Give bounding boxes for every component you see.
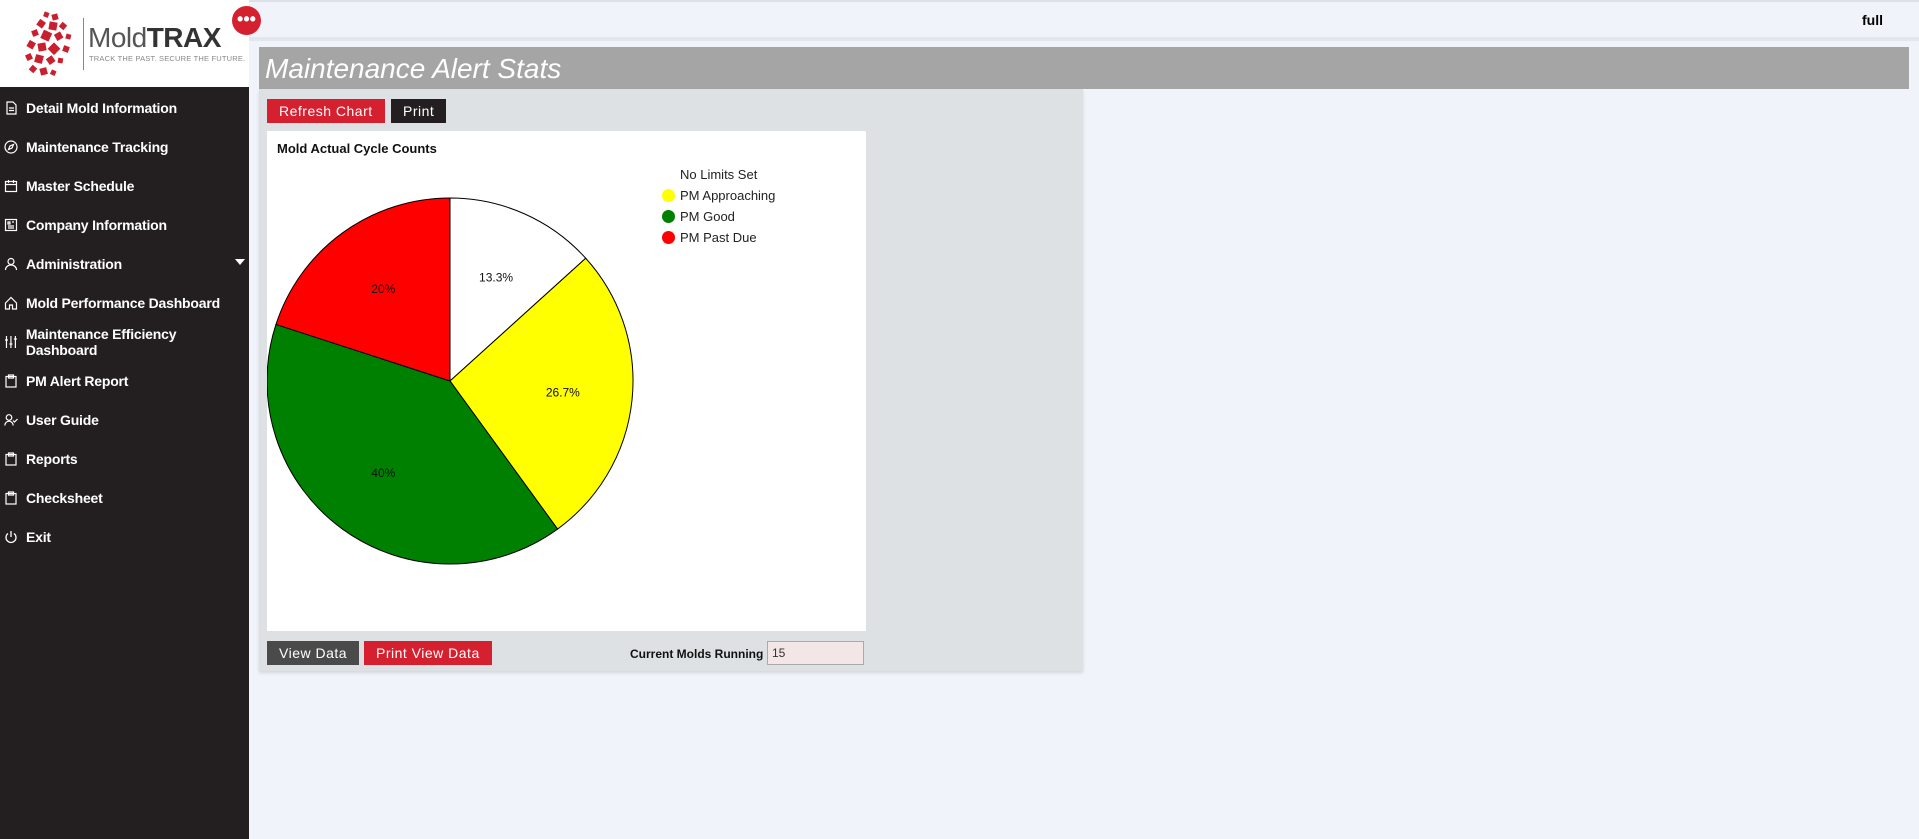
- user-check-icon: [4, 413, 18, 426]
- legend-item-pm-approaching[interactable]: PM Approaching: [662, 185, 775, 206]
- logo-divider: [83, 18, 84, 70]
- chart-legend: No Limits Set PM Approaching PM Good PM Pas…: [662, 164, 775, 248]
- user-icon: [4, 257, 18, 270]
- sidebar-item-checksheet[interactable]: Checksheet: [0, 478, 249, 517]
- sidebar-item-label: Company Information: [26, 216, 167, 233]
- logo-mark-icon: [25, 11, 72, 76]
- legend-swatch: [662, 231, 675, 244]
- sidebar-item-label: Mold Performance Dashboard: [26, 294, 220, 311]
- more-options-button[interactable]: •••: [232, 6, 261, 35]
- top-border: [0, 0, 1919, 2]
- legend-swatch: [662, 189, 675, 202]
- sidebar-item-label: Master Schedule: [26, 177, 135, 194]
- pie-chart: 13.3% 26.7% 40% 20%: [267, 197, 634, 565]
- legend-label: PM Past Due: [680, 230, 757, 245]
- view-data-button[interactable]: View Data: [267, 641, 360, 665]
- sidebar-item-exit[interactable]: Exit: [0, 517, 249, 556]
- legend-label: PM Good: [680, 209, 735, 224]
- sidebar-item-administration[interactable]: Administration: [0, 244, 249, 283]
- sidebar-item-maintenance-efficiency-dashboard[interactable]: Maintenance Efficiency Dashboard: [0, 322, 249, 361]
- sidebar-nav: Detail Mold Information Maintenance Trac…: [0, 88, 249, 556]
- home-icon: [4, 296, 18, 310]
- title-bar: Maintenance Alert Stats: [259, 47, 1909, 89]
- sidebar: MoldTRAX TRACK THE PAST. SECURE THE FUTU…: [0, 0, 249, 839]
- sidebar-item-pm-alert-report[interactable]: PM Alert Report: [0, 361, 249, 400]
- sidebar-item-mold-performance-dashboard[interactable]: Mold Performance Dashboard: [0, 283, 249, 322]
- refresh-chart-button[interactable]: Refresh Chart: [267, 99, 385, 123]
- pie-label-pm-approaching: 26.7%: [546, 386, 580, 400]
- calendar-icon: [4, 179, 18, 192]
- clipboard-icon: [5, 451, 17, 466]
- chart-card: Mold Actual Cycle Counts 13.3% 26.7% 40% 20…: [267, 131, 866, 631]
- sidebar-item-label: Checksheet: [26, 489, 103, 506]
- sidebar-item-label: User Guide: [26, 411, 99, 428]
- sidebar-item-label: Maintenance Efficiency Dashboard: [25, 325, 177, 358]
- sliders-icon: [4, 335, 17, 348]
- legend-label: No Limits Set: [680, 167, 758, 182]
- sidebar-item-master-schedule[interactable]: Master Schedule: [0, 166, 249, 205]
- compass-icon: [4, 139, 18, 154]
- sidebar-item-label: Administration: [26, 255, 122, 272]
- building-icon: [4, 218, 18, 231]
- pie-label-pm-past-due: 20%: [371, 282, 395, 296]
- header-band: [249, 37, 1919, 41]
- sidebar-item-label: PM Alert Report: [26, 372, 129, 389]
- document-icon: [6, 100, 17, 115]
- print-button[interactable]: Print: [391, 99, 447, 123]
- sidebar-item-reports[interactable]: Reports: [0, 439, 249, 478]
- sidebar-item-label: Maintenance Tracking: [26, 138, 169, 155]
- molds-running-label: Current Molds Running: [630, 647, 764, 661]
- legend-swatch: [662, 210, 675, 223]
- ellipsis-icon: •••: [237, 9, 256, 29]
- sidebar-item-maintenance-tracking[interactable]: Maintenance Tracking: [0, 127, 249, 166]
- sidebar-item-label: Detail Mold Information: [26, 99, 177, 116]
- legend-item-pm-past-due[interactable]: PM Past Due: [662, 227, 775, 248]
- sidebar-item-label: Reports: [26, 450, 78, 467]
- legend-item-no-limits-set[interactable]: No Limits Set: [662, 164, 775, 185]
- chevron-down-icon[interactable]: [235, 259, 245, 265]
- pie-label-pm-good: 40%: [371, 466, 395, 480]
- sidebar-item-label: Exit: [26, 528, 51, 545]
- brand-tagline: TRACK THE PAST. SECURE THE FUTURE.: [89, 54, 246, 63]
- molds-running-field[interactable]: [767, 641, 864, 665]
- print-view-data-button[interactable]: Print View Data: [364, 641, 492, 665]
- logo: MoldTRAX TRACK THE PAST. SECURE THE FUTU…: [0, 0, 249, 87]
- page-title: Maintenance Alert Stats: [265, 53, 562, 84]
- view-mode-label: full: [1862, 12, 1883, 28]
- power-icon: [5, 530, 17, 543]
- legend-label: PM Approaching: [680, 188, 776, 203]
- clipboard-icon: [5, 373, 17, 388]
- brand-name: MoldTRAX: [88, 22, 221, 53]
- sidebar-item-detail-mold-information[interactable]: Detail Mold Information: [0, 88, 249, 127]
- clipboard-icon: [5, 490, 17, 505]
- sidebar-item-company-information[interactable]: Company Information: [0, 205, 249, 244]
- pie-label-no-limits-set: 13.3%: [479, 270, 513, 284]
- sidebar-item-user-guide[interactable]: User Guide: [0, 400, 249, 439]
- legend-item-pm-good[interactable]: PM Good: [662, 206, 775, 227]
